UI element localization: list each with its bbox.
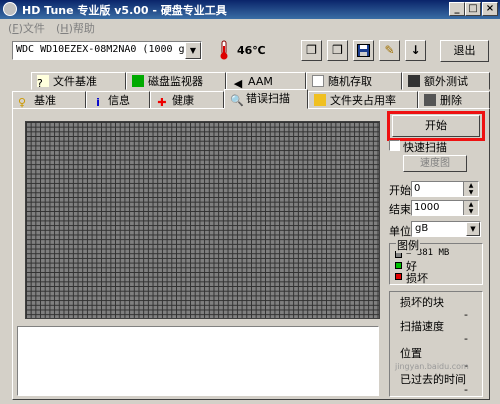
tab-aam[interactable]: ◀ AAM	[226, 72, 306, 90]
close-button[interactable]: ×	[482, 2, 498, 16]
speaker-icon: ◀	[233, 77, 243, 90]
tab-health[interactable]: ✚ 健康	[150, 91, 224, 109]
trash-icon	[424, 94, 436, 106]
window-title: HD Tune 专业版 v5.00 - 硬盘专业工具	[22, 4, 227, 17]
highlight-box	[387, 111, 485, 141]
legend-title: 图例	[396, 237, 420, 253]
info-icon: i	[96, 96, 100, 109]
tab-random-access[interactable]: 随机存取	[306, 72, 402, 90]
start-spinner[interactable]: 0 ▲ ▼	[411, 181, 479, 197]
start-spinner-value: 0	[414, 183, 421, 194]
chevron-down-icon[interactable]: ▼	[185, 42, 201, 59]
thermometer-icon	[220, 40, 228, 60]
unit-select[interactable]: gB ▼	[411, 221, 481, 237]
copy-text-button[interactable]: ❐	[301, 40, 322, 61]
save-button[interactable]	[353, 40, 374, 61]
tab-extra-tests[interactable]: 额外测试	[402, 72, 490, 90]
floppy-icon	[357, 44, 370, 57]
damaged-blocks-value: -	[464, 308, 468, 321]
tab-info[interactable]: i 信息	[86, 91, 150, 109]
start-field-label: 开始	[389, 184, 411, 197]
health-cross-icon: ✚	[157, 96, 167, 109]
copy-screenshot-button[interactable]: ❒	[327, 40, 348, 61]
block-map	[25, 121, 380, 319]
hdtune-window: HD Tune 专业版 v5.00 - 硬盘专业工具 _ □ × (F)文件 (…	[0, 0, 500, 404]
benchmark-icon: ♀	[18, 96, 27, 109]
end-spinner-value: 1000	[414, 202, 440, 213]
legend-bad-label: 损坏	[406, 272, 428, 285]
file-benchmark-icon: ?	[37, 75, 49, 90]
position-label: 位置	[400, 347, 422, 360]
scan-speed-value: -	[464, 332, 468, 345]
menu-file[interactable]: (F)文件	[8, 20, 45, 36]
minimize-button[interactable]: _	[449, 2, 465, 16]
spin-arrows-icon[interactable]: ▲ ▼	[463, 201, 478, 215]
download-button[interactable]: ↓	[405, 40, 426, 61]
elapsed-label: 已过去的时间	[400, 373, 466, 386]
folder-icon	[314, 94, 326, 106]
app-icon	[3, 2, 17, 16]
quick-scan-checkbox[interactable]	[389, 140, 400, 151]
tab-erase[interactable]: 删除	[418, 91, 490, 109]
arrow-down-icon: ↓	[410, 43, 421, 57]
wrench-icon: ✎	[384, 43, 395, 57]
title-bar: HD Tune 专业版 v5.00 - 硬盘专业工具 _ □ ×	[0, 0, 500, 19]
scan-stats-box: 损坏的块 - 扫描速度 - 位置 - 已过去的时间 -	[389, 291, 483, 397]
elapsed-value: -	[464, 383, 468, 396]
tab-disk-monitor[interactable]: 磁盘监视器	[126, 72, 226, 90]
menu-help[interactable]: (H)帮助	[56, 20, 95, 36]
scan-speed-label: 扫描速度	[400, 320, 444, 333]
tab-benchmark[interactable]: ♀ 基准	[12, 91, 86, 109]
quick-scan-label: 快速扫描	[403, 141, 447, 154]
watermark: jingyan.baidu.com	[395, 362, 469, 371]
random-access-icon	[312, 75, 324, 87]
spin-arrows-icon[interactable]: ▲ ▼	[463, 182, 478, 196]
monitor-icon	[132, 75, 144, 87]
unit-select-value: gB	[415, 223, 429, 234]
drive-select-value: WDC WD10EZEX-08M2NA0 (1000 gB)	[16, 44, 197, 55]
menu-bar: (F)文件 (H)帮助	[0, 19, 500, 36]
legend-bad-swatch	[395, 273, 402, 280]
magnifier-icon: 🔍	[230, 94, 244, 107]
drive-select[interactable]: WDC WD10EZEX-08M2NA0 (1000 gB) ▼	[12, 41, 202, 60]
tab-error-scan[interactable]: 🔍 错误扫描	[224, 89, 308, 109]
extra-tests-icon	[408, 75, 420, 87]
tab-file-benchmark[interactable]: ? 文件基准	[31, 72, 126, 90]
speed-map-button[interactable]: 速度图	[403, 155, 467, 172]
options-button[interactable]: ✎	[379, 40, 400, 61]
damaged-blocks-label: 损坏的块	[400, 296, 444, 309]
copy-icon: ❐	[306, 43, 317, 57]
maximize-button[interactable]: □	[465, 2, 481, 16]
log-output	[17, 326, 379, 396]
temperature-value: 46℃	[237, 44, 266, 57]
legend-ok-swatch	[395, 262, 402, 269]
exit-button[interactable]: 退出	[440, 40, 489, 62]
chevron-down-icon[interactable]: ▼	[466, 222, 480, 236]
end-spinner[interactable]: 1000 ▲ ▼	[411, 200, 479, 216]
tab-folder-usage[interactable]: 文件夹占用率	[308, 91, 418, 109]
end-field-label: 结束	[389, 203, 411, 216]
copy-image-icon: ❒	[332, 43, 343, 57]
